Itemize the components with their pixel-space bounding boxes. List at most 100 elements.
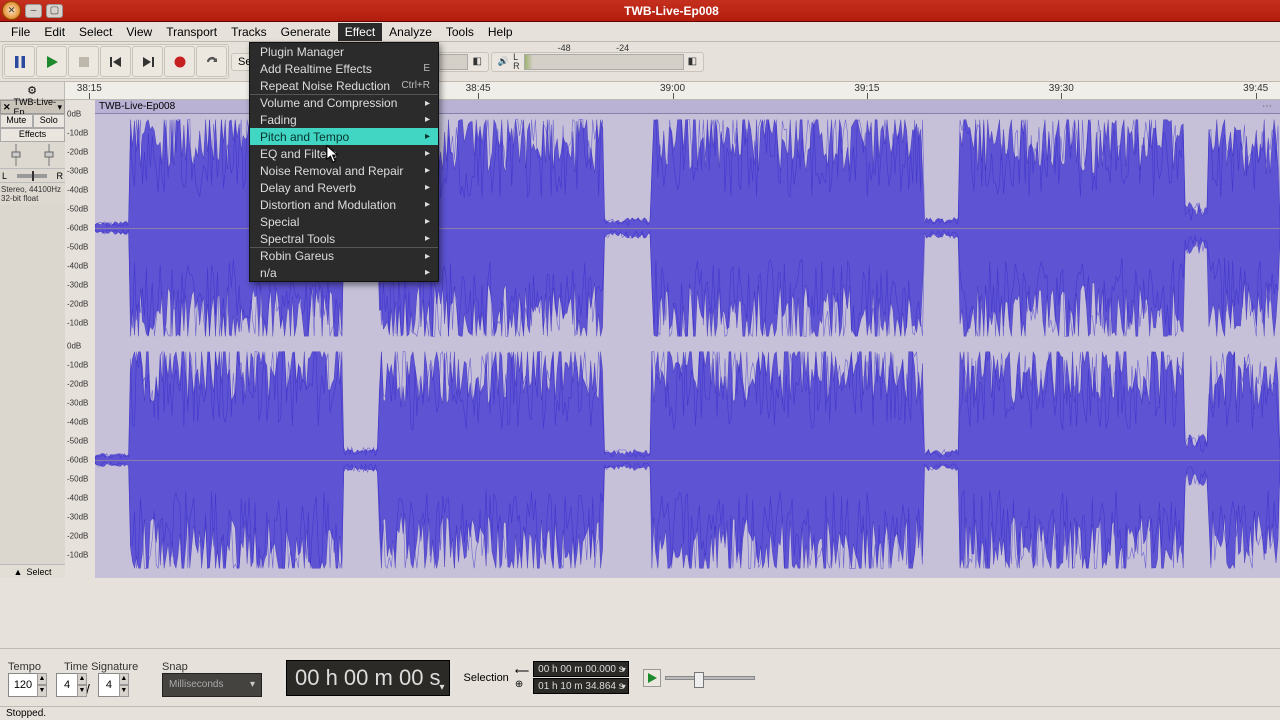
menu-item[interactable]: Plugin Manager: [250, 43, 438, 60]
db-tick: -40dB: [67, 186, 88, 195]
menu-item[interactable]: Repeat Noise ReductionCtrl+R: [250, 77, 438, 94]
db-scale: 0dB -10dB -20dB -30dB -40dB -50dB -60dB -50dB -4…: [65, 100, 95, 578]
time-sig-denominator[interactable]: 4▲▼: [98, 673, 120, 697]
speaker-icon: 🔊: [498, 56, 509, 67]
waveform-channel-right: [95, 346, 1280, 574]
rec-meter-menu-icon[interactable]: ◧: [472, 56, 481, 67]
submenu-arrow-icon: ▸: [425, 148, 430, 159]
menu-item[interactable]: Special▸: [250, 213, 438, 230]
db-tick: -10dB: [67, 319, 88, 328]
timeline-ruler[interactable]: 38:1538:3038:4539:0039:1539:3039:45: [65, 82, 1280, 99]
menu-item[interactable]: Spectral Tools▸: [250, 230, 438, 247]
menu-generate[interactable]: Generate: [274, 23, 338, 41]
tempo-input[interactable]: 120▲▼: [8, 673, 38, 697]
db-tick: -10dB: [67, 361, 88, 370]
db-tick: -40dB: [67, 262, 88, 271]
clip-name[interactable]: TWB-Live-Ep008: [99, 101, 175, 112]
play-button[interactable]: [36, 46, 67, 77]
snap-select[interactable]: Milliseconds: [162, 673, 262, 697]
skip-start-button[interactable]: [100, 46, 131, 77]
db-tick: -20dB: [67, 300, 88, 309]
pan-slider[interactable]: [17, 174, 47, 178]
meter-tick: -48: [558, 43, 571, 53]
time-sig-numerator[interactable]: 4▲▼: [56, 673, 78, 697]
minimize-window-button[interactable]: –: [25, 4, 42, 18]
main-timecode[interactable]: 00 h 00 m 00 s▾: [286, 660, 450, 696]
gain-slider[interactable]: [10, 144, 22, 166]
menu-tracks[interactable]: Tracks: [224, 23, 274, 41]
track-menu-icon[interactable]: ▾: [57, 102, 62, 113]
submenu-arrow-icon: ▸: [425, 98, 430, 109]
db-tick: -50dB: [67, 437, 88, 446]
menu-view[interactable]: View: [119, 23, 159, 41]
menu-item[interactable]: Volume and Compression▸: [250, 94, 438, 111]
effects-button[interactable]: Effects: [0, 128, 65, 142]
db-tick: -50dB: [67, 243, 88, 252]
selection-end-icon[interactable]: ⊕: [515, 679, 529, 690]
db-tick: -60dB: [67, 224, 88, 233]
menu-item[interactable]: Noise Removal and Repair▸: [250, 162, 438, 179]
selection-start-time[interactable]: 00 h 00 m 00.000 s▾: [533, 661, 629, 677]
play-at-speed-button[interactable]: [643, 669, 661, 687]
menu-item[interactable]: Pitch and Tempo▸: [250, 128, 438, 145]
track-header[interactable]: ✕ TWB-Live-Ep ▾: [0, 100, 65, 114]
selection-start-icon[interactable]: ⟵: [515, 666, 529, 677]
submenu-arrow-icon: ▸: [425, 267, 430, 278]
play-meter-menu-icon[interactable]: ◧: [688, 56, 697, 67]
menu-item[interactable]: EQ and Filters▸: [250, 145, 438, 162]
submenu-arrow-icon: ▸: [425, 199, 430, 210]
pan-l-label: L: [2, 171, 7, 181]
db-tick: -30dB: [67, 513, 88, 522]
menubar: FileEditSelectViewTransportTracksGenerat…: [0, 22, 1280, 42]
track-control-panel: ✕ TWB-Live-Ep ▾ Mute Solo Effects L R St…: [0, 100, 65, 578]
playback-speed-slider[interactable]: [665, 676, 755, 680]
clip-menu-icon[interactable]: ⋯: [1262, 101, 1274, 112]
close-window-button[interactable]: ✕: [2, 1, 21, 20]
solo-button[interactable]: Solo: [33, 114, 66, 128]
status-text: Stopped.: [6, 708, 46, 719]
skip-end-button[interactable]: [132, 46, 163, 77]
snap-label: Snap: [162, 661, 188, 673]
db-tick: -40dB: [67, 494, 88, 503]
submenu-arrow-icon: ▸: [425, 251, 430, 262]
selection-end-time[interactable]: 01 h 10 m 34.864 s▾: [533, 678, 629, 694]
mute-button[interactable]: Mute: [0, 114, 33, 128]
track-format-info: Stereo, 44100Hz 32-bit float: [0, 183, 65, 205]
timeline-options-icon[interactable]: ⚙: [27, 84, 37, 97]
playback-meter[interactable]: 🔊 LR -48 -24 ◧: [491, 52, 704, 72]
submenu-arrow-icon: ▸: [425, 131, 430, 142]
close-track-icon[interactable]: ✕: [3, 102, 11, 113]
menu-transport[interactable]: Transport: [159, 23, 224, 41]
menu-item[interactable]: n/a▸: [250, 264, 438, 281]
collapse-track-icon[interactable]: ▲: [14, 567, 23, 577]
menu-item[interactable]: Delay and Reverb▸: [250, 179, 438, 196]
maximize-window-button[interactable]: ▢: [46, 4, 63, 18]
menu-edit[interactable]: Edit: [37, 23, 72, 41]
submenu-arrow-icon: ▸: [425, 165, 430, 176]
effect-menu: Plugin ManagerAdd Realtime EffectsERepea…: [249, 42, 439, 282]
menu-analyze[interactable]: Analyze: [382, 23, 439, 41]
db-tick: -40dB: [67, 418, 88, 427]
db-tick: 0dB: [67, 110, 81, 119]
menu-select[interactable]: Select: [72, 23, 119, 41]
menu-effect[interactable]: Effect: [338, 23, 382, 41]
gain-slider-2[interactable]: [43, 144, 55, 166]
db-tick: -30dB: [67, 281, 88, 290]
menu-help[interactable]: Help: [481, 23, 520, 41]
menu-file[interactable]: File: [4, 23, 37, 41]
select-track-button[interactable]: Select: [26, 567, 51, 577]
menu-item[interactable]: Robin Gareus▸: [250, 247, 438, 264]
db-tick: -10dB: [67, 129, 88, 138]
accelerator-label: Ctrl+R: [401, 80, 430, 91]
db-tick: 0dB: [67, 342, 81, 351]
menu-tools[interactable]: Tools: [439, 23, 481, 41]
menu-item[interactable]: Fading▸: [250, 111, 438, 128]
pause-button[interactable]: [4, 46, 35, 77]
db-tick: -60dB: [67, 456, 88, 465]
record-button[interactable]: [164, 46, 195, 77]
submenu-arrow-icon: ▸: [425, 233, 430, 244]
menu-item[interactable]: Add Realtime EffectsE: [250, 60, 438, 77]
loop-button[interactable]: [196, 46, 227, 77]
menu-item[interactable]: Distortion and Modulation▸: [250, 196, 438, 213]
stop-button[interactable]: [68, 46, 99, 77]
